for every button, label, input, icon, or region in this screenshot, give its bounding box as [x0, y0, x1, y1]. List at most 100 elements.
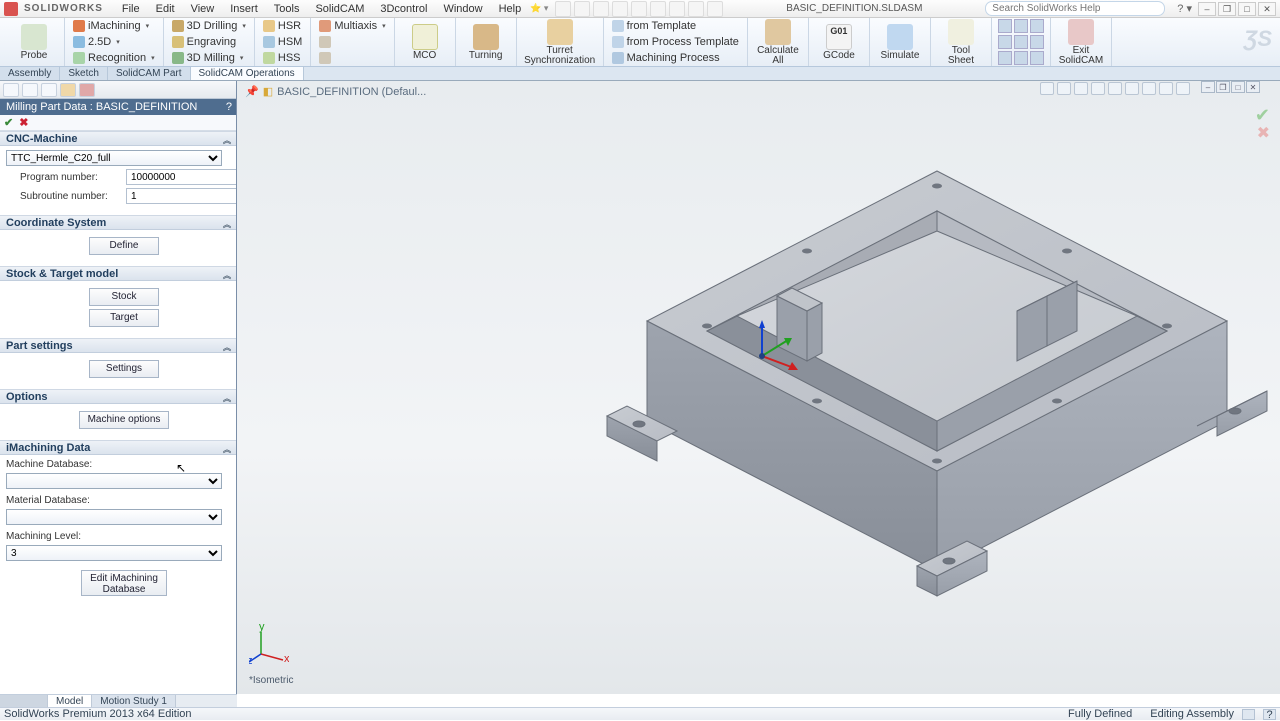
- render-icon[interactable]: [79, 83, 95, 97]
- qa-options-icon[interactable]: [707, 1, 723, 17]
- viewport-doc-tab[interactable]: 📌 ◧ BASIC_DEFINITION (Defaul...: [245, 85, 426, 98]
- misc1-icon[interactable]: [998, 19, 1012, 33]
- menu-tools[interactable]: Tools: [267, 2, 307, 16]
- window-maximize-icon[interactable]: □: [1238, 2, 1256, 16]
- edit-imachining-db-button[interactable]: Edit iMachining Database: [81, 570, 167, 596]
- hsm-button[interactable]: HSM: [261, 35, 304, 50]
- menu-solidcam[interactable]: SolidCAM: [308, 2, 371, 16]
- qa-save-icon[interactable]: [593, 1, 609, 17]
- engraving-button[interactable]: Engraving: [170, 35, 248, 50]
- menu-window[interactable]: Window: [436, 2, 489, 16]
- qa-redo-icon[interactable]: [650, 1, 666, 17]
- hss-button[interactable]: HSS: [261, 51, 304, 66]
- define-button[interactable]: Define: [89, 237, 159, 255]
- display-style-icon[interactable]: [1125, 82, 1139, 95]
- qa-open-icon[interactable]: [574, 1, 590, 17]
- menu-help[interactable]: Help: [492, 2, 529, 16]
- misc8-icon[interactable]: [1014, 51, 1028, 65]
- view-orient-icon[interactable]: [1108, 82, 1122, 95]
- cnc-machine-select[interactable]: TTC_Hermle_C20_full: [6, 150, 222, 166]
- from-template-button[interactable]: from Template: [610, 19, 741, 34]
- machining-level-select[interactable]: 3: [6, 545, 222, 561]
- gcode-button[interactable]: G01GCode: [815, 22, 863, 63]
- section-part-settings[interactable]: Part settings︽: [0, 338, 236, 353]
- stock-button[interactable]: Stock: [89, 288, 159, 306]
- section-coordinate-system[interactable]: Coordinate System︽: [0, 215, 236, 230]
- hsr-button[interactable]: HSR: [261, 19, 304, 34]
- menu-file[interactable]: File: [115, 2, 147, 16]
- tab-model[interactable]: Model: [48, 695, 92, 707]
- reject-icon[interactable]: ✖: [1257, 123, 1270, 143]
- misc7-icon[interactable]: [998, 51, 1012, 65]
- qa-undo-icon[interactable]: [631, 1, 647, 17]
- tool-sheet-button[interactable]: Tool Sheet: [937, 17, 985, 68]
- prev-view-icon[interactable]: [1074, 82, 1088, 95]
- machine-db-select[interactable]: [6, 473, 222, 489]
- misc5-icon[interactable]: [1014, 35, 1028, 49]
- misc9-icon[interactable]: [1030, 51, 1044, 65]
- qa-select-icon[interactable]: [669, 1, 685, 17]
- ok-icon[interactable]: ✔: [4, 116, 13, 129]
- qa-rebuild-icon[interactable]: [688, 1, 704, 17]
- help-search-input[interactable]: [985, 1, 1165, 16]
- hide-show-icon[interactable]: [1142, 82, 1156, 95]
- tab-motion-study[interactable]: Motion Study 1: [92, 695, 176, 707]
- section-cnc-machine[interactable]: CNC-Machine︽: [0, 131, 236, 146]
- dim-icon[interactable]: [60, 83, 76, 97]
- turning-button[interactable]: Turning: [462, 22, 510, 63]
- menu-view[interactable]: View: [184, 2, 222, 16]
- help-search[interactable]: [985, 1, 1165, 16]
- bottom-tab-nav[interactable]: [0, 695, 48, 707]
- status-custom-icon[interactable]: [1242, 709, 1255, 720]
- target-button[interactable]: Target: [89, 309, 159, 327]
- config-icon[interactable]: [41, 83, 57, 97]
- misc4-icon[interactable]: [998, 35, 1012, 49]
- section-imachining-data[interactable]: iMachining Data︽: [0, 440, 236, 455]
- scene-icon[interactable]: [1159, 82, 1173, 95]
- turret-sync-button[interactable]: Turret Synchronization: [523, 17, 597, 68]
- tab-sketch[interactable]: Sketch: [60, 67, 108, 80]
- menu-insert[interactable]: Insert: [223, 2, 265, 16]
- exit-solidcam-button[interactable]: Exit SolidCAM: [1057, 17, 1105, 68]
- multiaxis-button[interactable]: Multiaxis: [317, 19, 387, 34]
- from-process-template-button[interactable]: from Process Template: [610, 35, 741, 50]
- vp-restore-icon[interactable]: ❐: [1216, 81, 1230, 93]
- 3d-viewport[interactable]: 📌 ◧ BASIC_DEFINITION (Defaul... – ❐ □ ✕ …: [237, 81, 1280, 694]
- 3d-drilling-button[interactable]: 3D Drilling: [170, 19, 248, 34]
- misc2-icon[interactable]: [1014, 19, 1028, 33]
- tab-assembly[interactable]: Assembly: [0, 67, 60, 80]
- program-number-input[interactable]: [126, 169, 236, 185]
- zoom-fit-icon[interactable]: [1040, 82, 1054, 95]
- recognition-button[interactable]: Recognition: [71, 51, 157, 66]
- section-stock-target[interactable]: Stock & Target model︽: [0, 266, 236, 281]
- window-minimize-icon[interactable]: –: [1198, 2, 1216, 16]
- mco-button[interactable]: MCO: [401, 22, 449, 63]
- zoom-area-icon[interactable]: [1057, 82, 1071, 95]
- misc3-icon[interactable]: [1030, 19, 1044, 33]
- simulate-button[interactable]: Simulate: [876, 22, 924, 63]
- section-view-icon[interactable]: [1091, 82, 1105, 95]
- imachining-button[interactable]: iMachining: [71, 19, 157, 34]
- misc6-icon[interactable]: [1030, 35, 1044, 49]
- settings-button[interactable]: Settings: [89, 360, 159, 378]
- machining-process-button[interactable]: Machining Process: [610, 51, 741, 66]
- window-restore-icon[interactable]: ❐: [1218, 2, 1236, 16]
- view-settings-icon[interactable]: [1176, 82, 1190, 95]
- status-help-icon[interactable]: ?: [1263, 709, 1276, 720]
- probe-button[interactable]: Probe: [10, 22, 58, 63]
- tab-solidcam-operations[interactable]: SolidCAM Operations: [191, 67, 304, 80]
- qa-print-icon[interactable]: [612, 1, 628, 17]
- cancel-icon[interactable]: ✖: [19, 116, 28, 129]
- props-icon[interactable]: [22, 83, 38, 97]
- vp-max-icon[interactable]: □: [1231, 81, 1245, 93]
- menu-3dcontrol[interactable]: 3Dcontrol: [373, 2, 434, 16]
- help-dropdown-icon[interactable]: ? ▾: [1173, 2, 1196, 16]
- tab-solidcam-part[interactable]: SolidCAM Part: [108, 67, 191, 80]
- 3d-milling-button[interactable]: 3D Milling: [170, 51, 248, 66]
- help-icon[interactable]: ?: [226, 99, 232, 115]
- tree-icon[interactable]: [3, 83, 19, 97]
- material-db-select[interactable]: [6, 509, 222, 525]
- section-options[interactable]: Options︽: [0, 389, 236, 404]
- menu-edit[interactable]: Edit: [149, 2, 182, 16]
- vp-close-icon[interactable]: ✕: [1246, 81, 1260, 93]
